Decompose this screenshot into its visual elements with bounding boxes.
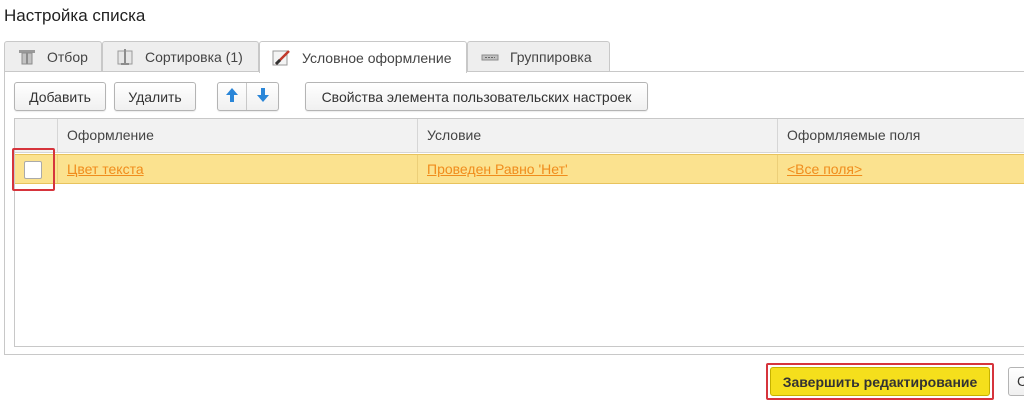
element-properties-button[interactable]: Свойства элемента пользовательских настр… (305, 82, 648, 111)
tab-filter-label: Отбор (47, 49, 88, 65)
tab-conditional-formatting-label: Условное оформление (302, 49, 452, 66)
tab-grouping[interactable]: Группировка (467, 41, 610, 72)
grouping-icon (480, 48, 500, 66)
move-buttons-group (217, 82, 279, 111)
tab-sort[interactable]: Сортировка (1) (102, 41, 259, 72)
fields-link[interactable]: <Все поля> (787, 161, 862, 177)
condition-link[interactable]: Проведен Равно 'Нет' (427, 161, 568, 177)
cell-condition: Проведен Равно 'Нет' (417, 155, 777, 183)
tab-sort-label: Сортировка (1) (145, 49, 243, 65)
sort-icon (115, 48, 135, 66)
column-header-appearance[interactable]: Оформление (57, 119, 417, 153)
appearance-link[interactable]: Цвет текста (67, 161, 144, 177)
formatting-table: Оформление Условие Оформляемые поля Цвет… (14, 118, 1024, 347)
tab-grouping-label: Группировка (510, 49, 592, 65)
delete-button[interactable]: Удалить (114, 82, 196, 111)
filter-icon (17, 48, 37, 66)
brush-icon (272, 49, 292, 67)
tab-bar: Отбор Сортировка (1) Условное оформление (4, 41, 1024, 73)
cell-fields: <Все поля> (777, 155, 1024, 183)
row-checkbox[interactable] (24, 161, 42, 179)
move-up-button[interactable] (218, 83, 247, 110)
checkbox-column-header (15, 119, 57, 153)
arrow-up-icon (225, 87, 239, 106)
column-header-fields[interactable]: Оформляемые поля (777, 119, 1024, 153)
row-checkbox-cell (15, 155, 57, 183)
add-button[interactable]: Добавить (14, 82, 106, 111)
tab-conditional-formatting[interactable]: Условное оформление (259, 41, 467, 73)
table-row[interactable]: Цвет текста Проведен Равно 'Нет' <Все по… (15, 154, 1024, 184)
move-down-button[interactable] (248, 83, 277, 110)
table-header: Оформление Условие Оформляемые поля (15, 119, 1024, 153)
cancel-button[interactable]: С (1008, 367, 1024, 396)
cell-appearance: Цвет текста (57, 155, 417, 183)
column-header-condition[interactable]: Условие (417, 119, 777, 153)
tab-filter[interactable]: Отбор (4, 41, 102, 72)
window-title: Настройка списка (4, 6, 146, 25)
finish-editing-button[interactable]: Завершить редактирование (770, 367, 990, 396)
arrow-down-icon (256, 87, 270, 106)
